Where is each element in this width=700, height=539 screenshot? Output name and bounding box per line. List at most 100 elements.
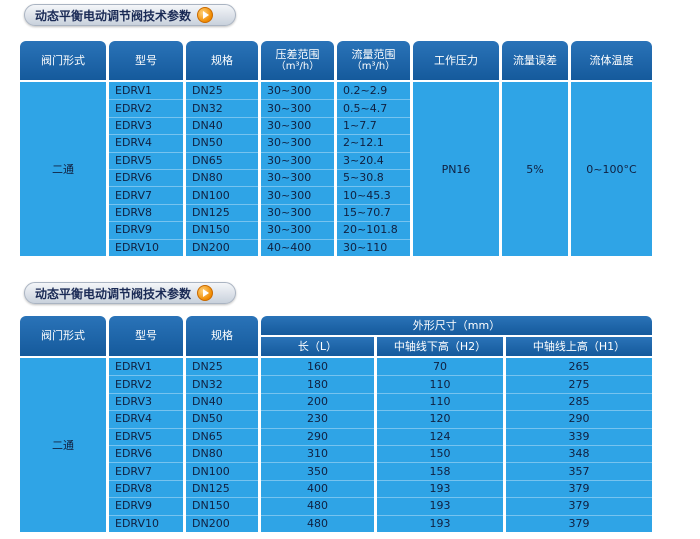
table-cell-model: EDRV7: [115, 188, 152, 202]
table-cell-h1: 379: [568, 481, 590, 495]
table-cell-spec: DN80: [192, 447, 223, 461]
header-valve-form-label: 阀门形式: [41, 53, 85, 67]
row-divider: [261, 445, 374, 446]
table-cell-diff: 30~300: [267, 136, 312, 150]
row-divider: [186, 221, 258, 223]
row-divider: [261, 479, 374, 481]
table-cell-model: EDRV5: [115, 153, 152, 167]
table-cell-model: EDRV7: [115, 464, 152, 478]
table-cell-spec: DN80: [192, 171, 223, 185]
header-model: 型号: [109, 41, 183, 80]
valve-form-value: 二通: [52, 439, 74, 452]
table-cell-spec: DN32: [192, 101, 223, 115]
row-divider: [186, 203, 258, 205]
table-cell-model: EDRV5: [115, 429, 152, 443]
header-fluid-temp-label: 流体温度: [589, 53, 634, 67]
table-cell-h2: 193: [429, 481, 451, 495]
row-divider: [109, 462, 183, 464]
table-cell-diff: 30~300: [267, 101, 312, 115]
header-valve-form: 阀门形式: [20, 316, 106, 356]
header-diff-pressure-label: 压差范围: [275, 47, 320, 61]
row-divider: [109, 479, 183, 481]
table-cell-h2: 120: [429, 412, 451, 426]
table-cell-flow: 5~30.8: [343, 171, 384, 185]
row-divider: [377, 514, 503, 516]
row-divider: [506, 479, 652, 481]
row-divider: [261, 99, 334, 101]
table-cell-h2: 110: [429, 377, 451, 391]
row-divider: [261, 238, 334, 240]
table-cell-flow: 20~101.8: [343, 223, 398, 237]
table-cell-spec: DN40: [192, 118, 223, 132]
table-cell-l: 200: [307, 394, 328, 408]
table-cell-model: EDRV3: [115, 394, 152, 408]
row-divider: [109, 151, 183, 153]
row-divider: [377, 375, 503, 377]
row-divider: [186, 238, 258, 240]
table-cell-flow: 2~12.1: [343, 136, 384, 150]
row-divider: [186, 479, 258, 481]
table-cell-h1: 290: [568, 412, 590, 426]
row-divider: [186, 427, 258, 429]
header-flow-error: 流量误差: [502, 41, 568, 80]
table-cell-l: 290: [307, 429, 328, 443]
row-divider: [506, 497, 652, 499]
technical-params-table: 阀门形式 型号 规格 压差范围 （m³/h） 流量范围 （m³/h） 工作压力 …: [20, 41, 652, 256]
table-cell-l: 480: [307, 516, 328, 530]
row-divider: [186, 375, 258, 377]
table-cell-model: EDRV6: [115, 171, 152, 185]
table-cell-diff: 30~300: [267, 171, 312, 185]
table-cell-h2: 150: [429, 447, 451, 461]
row-divider: [186, 445, 258, 446]
row-divider: [261, 221, 334, 223]
header-model-label: 型号: [135, 53, 157, 67]
header-above-axis-label: 中轴线上高（H1）: [532, 339, 626, 353]
table-cell-flow: 1~7.7: [343, 118, 377, 132]
section1-title: 动态平衡电动调节阀技术参数: [35, 8, 192, 23]
row-divider: [506, 462, 652, 464]
row-divider: [109, 497, 183, 499]
section2-title-badge: 动态平衡电动调节阀技术参数: [24, 282, 236, 304]
row-divider: [186, 514, 258, 516]
row-divider: [261, 134, 334, 136]
row-divider: [261, 392, 374, 394]
table-cell-spec: DN65: [192, 429, 223, 443]
row-divider: [109, 392, 183, 394]
table-cell-h1: 379: [568, 516, 590, 530]
table-cell-spec: DN65: [192, 153, 223, 167]
table-cell-flow: 10~45.3: [343, 188, 391, 202]
table-cell-h2: 70: [433, 360, 447, 374]
row-divider: [186, 99, 258, 101]
header-above-axis: 中轴线上高（H1）: [506, 337, 652, 356]
row-divider: [186, 186, 258, 188]
table-cell-model: EDRV3: [115, 118, 152, 132]
header-model: 型号: [109, 316, 183, 356]
row-divider: [186, 116, 258, 118]
header-working-pressure: 工作压力: [413, 41, 499, 80]
table-cell-model: EDRV4: [115, 412, 152, 426]
row-divider: [109, 221, 183, 223]
table-cell-model: EDRV1: [115, 360, 152, 374]
row-divider: [337, 169, 410, 170]
header-working-pressure-label: 工作压力: [434, 53, 478, 67]
row-divider: [261, 427, 374, 429]
header-spec: 规格: [186, 41, 258, 80]
row-divider: [377, 427, 503, 429]
section2-title: 动态平衡电动调节阀技术参数: [35, 286, 192, 301]
row-divider: [261, 186, 334, 188]
row-divider: [186, 497, 258, 499]
row-divider: [337, 99, 410, 101]
header-diff-pressure-unit: （m³/h）: [275, 60, 320, 72]
row-divider: [109, 445, 183, 446]
header-diff-pressure: 压差范围 （m³/h）: [261, 41, 334, 80]
header-spec-label: 规格: [211, 53, 233, 67]
table-cell-diff: 30~300: [267, 153, 312, 167]
table-cell-spec: DN50: [192, 136, 223, 150]
table-cell-l: 160: [307, 360, 328, 374]
header-fluid-temp: 流体温度: [571, 41, 652, 80]
table-cell-model: EDRV8: [115, 205, 152, 219]
table-cell-h1: 265: [568, 360, 590, 374]
row-divider: [337, 186, 410, 188]
table-cell-l: 350: [307, 464, 328, 478]
row-divider: [186, 392, 258, 394]
